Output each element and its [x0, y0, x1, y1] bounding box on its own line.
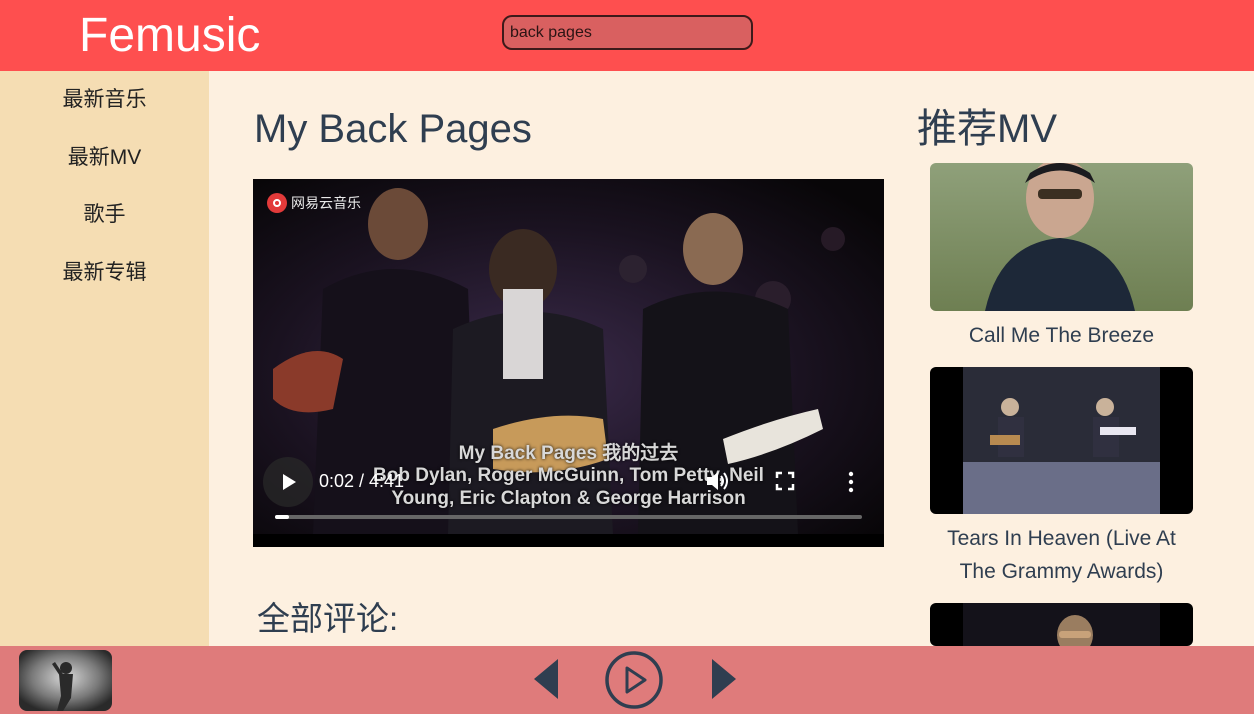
- volume-icon[interactable]: [705, 469, 731, 493]
- video-player[interactable]: 网易云音乐 My Back Pages 我的过去 Bob Dylan, Roge…: [253, 179, 884, 547]
- fullscreen-icon[interactable]: [775, 471, 795, 491]
- recommend-thumbnail[interactable]: [930, 603, 1193, 646]
- recommend-item[interactable]: Tears In Heaven (Live At The Grammy Awar…: [930, 367, 1193, 588]
- sidebar-item-latest-albums[interactable]: 最新专辑: [0, 244, 209, 302]
- next-icon[interactable]: [710, 658, 738, 700]
- video-progress-fill: [275, 515, 290, 519]
- search-input[interactable]: [502, 15, 753, 50]
- recommend-title: 推荐MV: [917, 107, 1057, 151]
- album-cover[interactable]: [19, 650, 112, 711]
- play-icon: [283, 474, 296, 490]
- netease-watermark: 网易云音乐: [267, 193, 361, 213]
- watermark-text: 网易云音乐: [291, 195, 361, 211]
- subtitle-line-1: My Back Pages 我的过去: [458, 443, 679, 464]
- recommend-label[interactable]: Call Me The Breeze: [930, 319, 1193, 352]
- footer-player: [0, 646, 1254, 714]
- sidebar-item-singers[interactable]: 歌手: [0, 186, 209, 244]
- recommend-label[interactable]: Tears In Heaven (Live At The Grammy Awar…: [930, 522, 1193, 588]
- sidebar: 最新音乐 最新MV 歌手 最新专辑: [0, 71, 209, 646]
- more-options-icon[interactable]: [846, 471, 856, 493]
- main-content: My Back Pages 网易云音乐 My Back Pages 我的过去 B…: [209, 71, 1254, 646]
- sidebar-item-latest-mv[interactable]: 最新MV: [0, 129, 209, 187]
- netease-logo-icon: [267, 193, 287, 213]
- recommend-item[interactable]: [930, 603, 1193, 646]
- header-bar: Femusic: [0, 0, 1254, 71]
- recommend-thumbnail[interactable]: [930, 158, 1193, 311]
- video-time: 0:02 / 4:41: [319, 471, 405, 491]
- mv-title: My Back Pages: [254, 107, 532, 151]
- recommend-thumbnail[interactable]: [930, 367, 1193, 514]
- prev-icon[interactable]: [532, 658, 560, 700]
- app-logo[interactable]: Femusic: [79, 8, 260, 64]
- play-circle-icon[interactable]: [604, 650, 664, 710]
- video-play-button[interactable]: [263, 457, 313, 507]
- video-progress-bar[interactable]: [275, 515, 862, 519]
- sidebar-item-latest-music[interactable]: 最新音乐: [0, 71, 209, 129]
- recommend-item[interactable]: Call Me The Breeze: [930, 158, 1193, 352]
- comments-title: 全部评论:: [257, 600, 399, 637]
